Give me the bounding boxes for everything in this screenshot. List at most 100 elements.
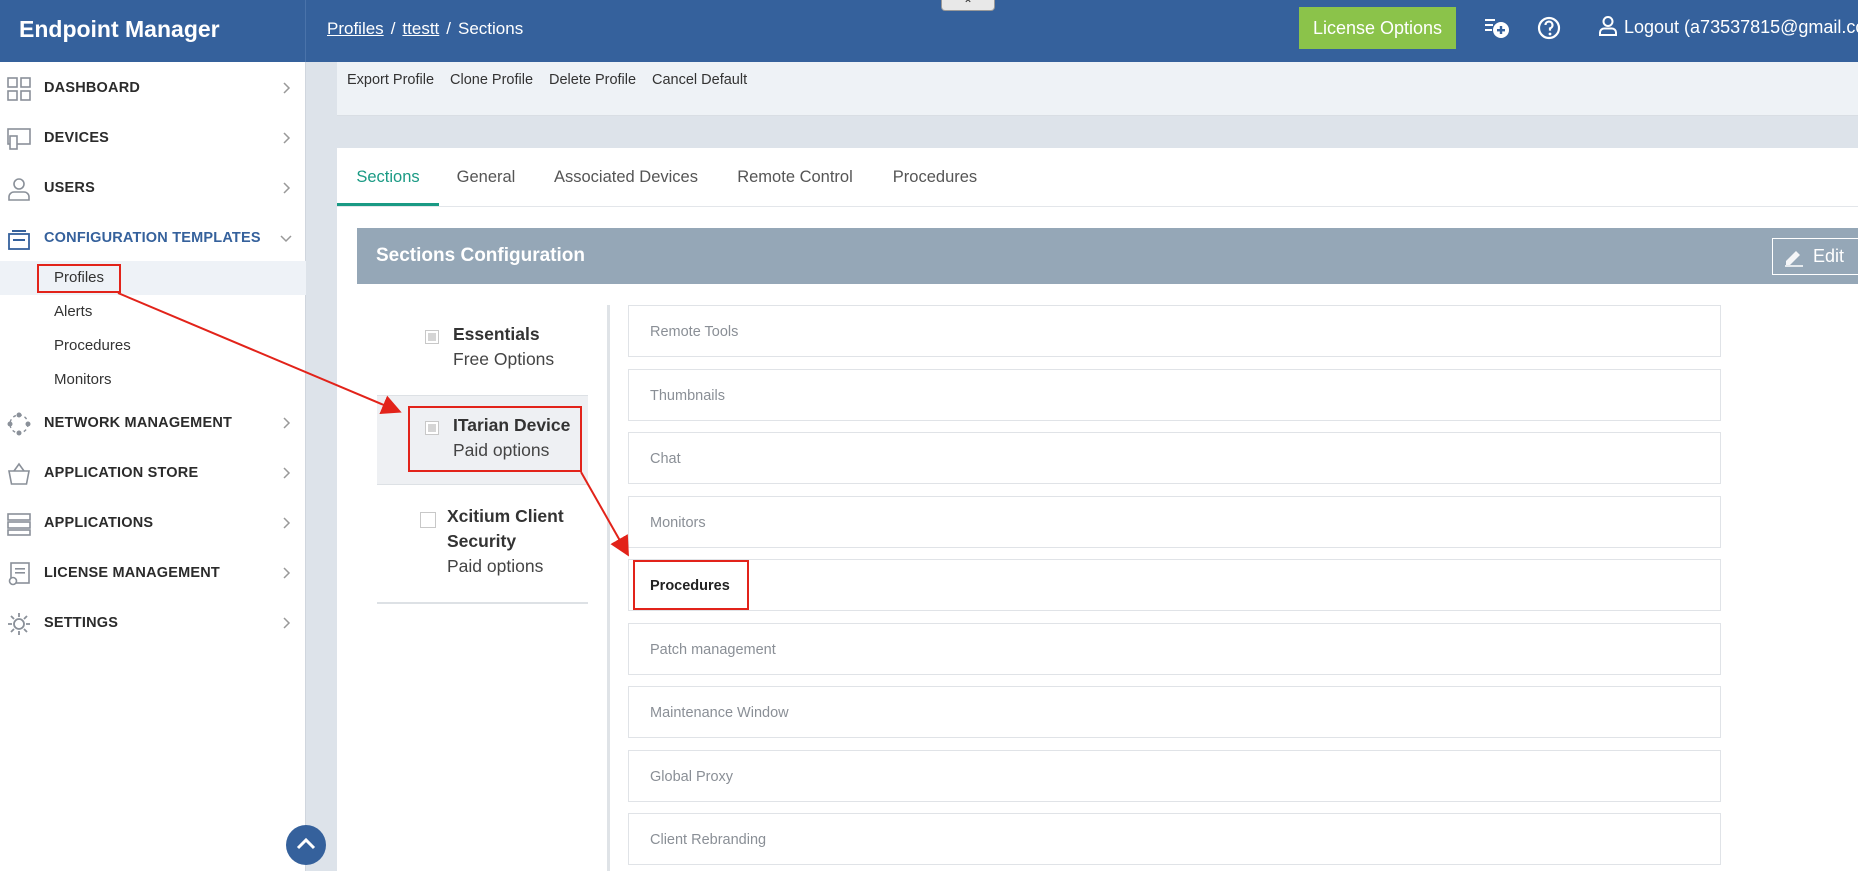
section-row-procedures[interactable]: Procedures — [628, 559, 1721, 611]
logout-label: Logout (a73537815@gmail.co — [1624, 17, 1858, 37]
breadcrumb-separator: / — [390, 19, 396, 38]
section-row-maintenance-window[interactable]: Maintenance Window — [628, 686, 1721, 738]
category-essentials[interactable]: Essentials Free Options — [377, 318, 588, 384]
section-row-global-proxy[interactable]: Global Proxy — [628, 750, 1721, 802]
tab-sections[interactable]: Sections — [337, 148, 439, 206]
sidebar-item-label: APPLICATION STORE — [44, 465, 199, 481]
section-row-label: Maintenance Window — [650, 705, 789, 721]
logout-button[interactable]: Logout (a73537815@gmail.co — [1598, 0, 1858, 54]
sidebar-item-application-store[interactable]: APPLICATION STORE — [0, 449, 306, 497]
essentials-checkbox[interactable] — [425, 330, 439, 344]
sections-configuration-header: Sections Configuration Edit — [357, 228, 1858, 284]
sidebar-item-label: DASHBOARD — [44, 80, 141, 96]
profile-toolbar: Export Profile Clone Profile Delete Prof… — [337, 62, 1858, 116]
edit-icon — [1785, 251, 1803, 267]
sidebar-item-configuration-templates[interactable]: CONFIGURATION TEMPLATES — [0, 214, 306, 262]
xcitium-checkbox[interactable] — [420, 512, 436, 528]
breadcrumb: Profiles / ttestt / Sections — [327, 0, 523, 58]
dashboard-icon — [7, 77, 31, 101]
itarian-device-checkbox[interactable] — [425, 421, 439, 435]
sidebar-item-label: NETWORK MANAGEMENT — [44, 415, 233, 431]
sidebar-item-label: LICENSE MANAGEMENT — [44, 565, 220, 581]
sidebar-item-network-management[interactable]: NETWORK MANAGEMENT — [0, 399, 306, 447]
section-row-label: Chat — [650, 451, 681, 467]
section-row-monitors[interactable]: Monitors — [628, 496, 1721, 548]
chevron-right-icon — [283, 467, 291, 479]
category-title: ITarian Device — [453, 415, 571, 435]
sidebar-subitem-monitors[interactable]: Monitors — [0, 363, 306, 397]
sidebar-item-license-management[interactable]: LICENSE MANAGEMENT — [0, 549, 306, 597]
tab-procedures[interactable]: Procedures — [890, 148, 980, 206]
section-row-label: Global Proxy — [650, 769, 734, 785]
sidebar-item-applications[interactable]: APPLICATIONS — [0, 499, 306, 547]
cancel-default-button[interactable]: Cancel Default — [652, 62, 747, 98]
category-title: Essentials — [453, 324, 540, 344]
chevron-right-icon — [283, 132, 291, 144]
section-row-remote-tools[interactable]: Remote Tools — [628, 305, 1721, 357]
section-row-thumbnails[interactable]: Thumbnails — [628, 369, 1721, 421]
help-icon[interactable] — [1535, 14, 1563, 42]
section-title: Sections Configuration — [376, 245, 585, 266]
chevron-right-icon — [283, 417, 291, 429]
profile-panel: Sections General Associated Devices Remo… — [337, 148, 1858, 871]
divider — [607, 305, 610, 871]
category-xcitium-client-security[interactable]: Xcitium Client Security Paid options — [377, 486, 588, 604]
breadcrumb-profile-name[interactable]: ttestt — [402, 19, 439, 38]
clone-profile-button[interactable]: Clone Profile — [450, 62, 533, 98]
sidebar-subitem-label: Profiles — [54, 269, 105, 286]
store-basket-icon — [8, 462, 30, 485]
user-icon — [1599, 16, 1617, 37]
category-itarian-device[interactable]: ITarian Device Paid options — [377, 395, 588, 485]
section-row-label: Thumbnails — [650, 388, 725, 404]
section-row-label: Patch management — [650, 642, 776, 658]
breadcrumb-separator: / — [446, 19, 452, 38]
export-profile-button[interactable]: Export Profile — [347, 62, 434, 98]
sidebar-item-dashboard[interactable]: DASHBOARD — [0, 64, 306, 112]
section-row-label: Procedures — [650, 578, 730, 594]
section-row-chat[interactable]: Chat — [628, 432, 1721, 484]
sidebar-item-label: APPLICATIONS — [44, 515, 154, 531]
breadcrumb-profiles[interactable]: Profiles — [327, 19, 384, 38]
user-icon — [8, 178, 30, 201]
category-subtitle: Paid options — [447, 556, 544, 576]
edit-label: Edit — [1813, 246, 1845, 266]
chevron-right-icon — [283, 182, 291, 194]
sidebar-item-label: CONFIGURATION TEMPLATES — [44, 230, 261, 246]
collapse-header-handle[interactable]: ⌃ — [941, 0, 995, 11]
license-options-button[interactable]: License Options — [1299, 7, 1456, 49]
sidebar-subitem-label: Procedures — [54, 337, 131, 354]
chevron-right-icon — [283, 517, 291, 529]
sidebar-item-users[interactable]: USERS — [0, 164, 306, 212]
tab-remote-control[interactable]: Remote Control — [735, 148, 855, 206]
scroll-to-top-button[interactable] — [286, 825, 326, 865]
sidebar-subitem-procedures[interactable]: Procedures — [0, 329, 306, 363]
sidebar-subitem-label: Alerts — [54, 303, 93, 320]
network-icon — [7, 412, 31, 436]
devices-icon — [7, 128, 31, 150]
gear-icon — [8, 613, 30, 635]
category-subtitle: Free Options — [453, 349, 555, 369]
tab-general[interactable]: General — [455, 148, 517, 206]
section-row-label: Monitors — [650, 515, 706, 531]
app-title[interactable]: Endpoint Manager — [0, 0, 306, 62]
templates-icon — [8, 230, 30, 250]
sidebar: DASHBOARD DEVICES USERS CONFIGURATION TE… — [0, 62, 306, 871]
add-notification-icon[interactable] — [1483, 14, 1511, 42]
category-title-line2: Security — [447, 531, 517, 551]
sidebar-item-settings[interactable]: SETTINGS — [0, 599, 306, 647]
chevron-right-icon — [283, 617, 291, 629]
chevron-up-icon — [296, 837, 316, 850]
edit-button[interactable]: Edit — [1772, 238, 1858, 275]
delete-profile-button[interactable]: Delete Profile — [549, 62, 636, 98]
tab-bar: Sections General Associated Devices Remo… — [337, 148, 1858, 207]
chevron-down-icon — [280, 235, 292, 243]
tab-associated-devices[interactable]: Associated Devices — [553, 148, 699, 206]
section-row-client-rebranding[interactable]: Client Rebranding — [628, 813, 1721, 865]
license-icon — [8, 562, 30, 586]
sidebar-item-devices[interactable]: DEVICES — [0, 114, 306, 162]
top-bar: Endpoint Manager Profiles / ttestt / Section… — [0, 0, 1858, 62]
applications-icon — [7, 513, 31, 536]
section-row-patch-management[interactable]: Patch management — [628, 623, 1721, 675]
sidebar-subitem-alerts[interactable]: Alerts — [0, 295, 306, 329]
sidebar-subitem-profiles[interactable]: Profiles — [0, 261, 306, 295]
